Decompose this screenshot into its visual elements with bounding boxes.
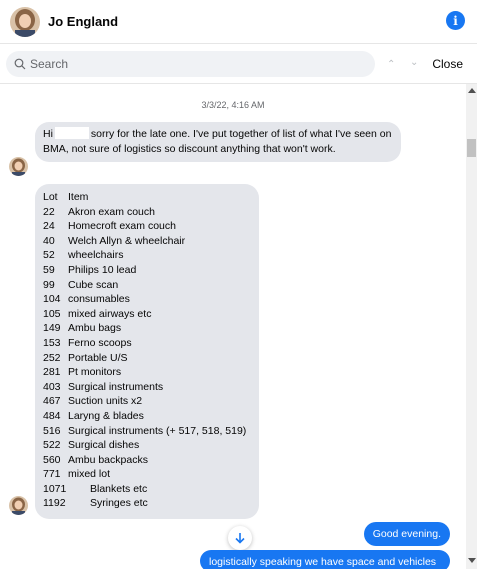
lot-number: 522 <box>43 439 61 452</box>
search-field[interactable] <box>6 51 375 77</box>
scrollbar[interactable] <box>466 84 477 569</box>
lot-row: 24 Homecroft exam couch <box>43 219 251 234</box>
lot-item: Blankets etc <box>90 482 148 495</box>
scrollbar-thumb[interactable] <box>467 139 476 157</box>
lot-row: 560 Ambu backpacks <box>43 453 251 468</box>
lot-number: 467 <box>43 395 61 408</box>
lot-number: 149 <box>43 322 61 335</box>
lot-number: 153 <box>43 336 61 349</box>
redacted-name <box>54 127 89 139</box>
lot-number: 516 <box>43 424 61 437</box>
message-thread[interactable]: 3/3/22, 4:16 AM Hi sorry for the late one… <box>0 84 466 569</box>
lot-number: 281 <box>43 366 61 379</box>
lot-row: 59 Philips 10 lead <box>43 263 251 278</box>
search-icon <box>14 58 26 70</box>
lot-row: 281 Pt monitors <box>43 365 251 380</box>
lot-item: Philips 10 lead <box>68 263 137 276</box>
lot-item: Welch Allyn & wheelchair <box>68 234 186 247</box>
lot-number: 1192 <box>43 497 66 510</box>
scroll-up-arrow-icon[interactable] <box>468 88 476 93</box>
arrow-down-icon <box>235 533 245 544</box>
lot-row: 403 Surgical instruments <box>43 380 251 395</box>
outgoing-message[interactable]: Good evening. <box>363 522 450 546</box>
lot-row: 104 consumables <box>43 292 251 307</box>
outgoing-message[interactable]: logistically speaking we have space and … <box>200 550 450 569</box>
lot-item: wheelchairs <box>68 249 124 262</box>
lot-row: 1192 Syringes etc <box>43 496 251 511</box>
lot-number: 403 <box>43 380 61 393</box>
lot-number: 484 <box>43 409 61 422</box>
lot-row: 40 Welch Allyn & wheelchair <box>43 234 251 249</box>
contact-name[interactable]: Jo England <box>48 14 118 29</box>
lot-number: 771 <box>43 468 61 481</box>
lot-row: 516 Surgical instruments (+ 517, 518, 519… <box>43 424 251 439</box>
lot-row: 522 Surgical dishes <box>43 438 251 453</box>
lot-number: 104 <box>43 293 61 306</box>
previous-result-icon[interactable]: ⌃ <box>387 59 395 70</box>
lot-item: mixed airways etc <box>68 307 152 320</box>
lot-number: 560 <box>43 453 61 466</box>
lot-number: 24 <box>43 220 55 233</box>
lot-row: 105 mixed airways etc <box>43 307 251 322</box>
lot-item: Surgical instruments (+ 517, 518, 519) <box>68 424 247 437</box>
lot-item: Ambu bags <box>68 322 122 335</box>
contact-avatar[interactable] <box>10 6 40 37</box>
lot-list-message[interactable]: Lot Item 22 Akron exam couch 24 Homecroft ex… <box>35 184 259 520</box>
message-text: sorry for the late one. I've put togethe… <box>43 128 392 155</box>
lot-item: Ferno scoops <box>68 336 132 349</box>
info-icon[interactable]: i <box>446 11 465 30</box>
lot-item: Laryng & blades <box>68 409 144 422</box>
lot-item: Cube scan <box>68 278 119 291</box>
lot-number: 99 <box>43 278 55 291</box>
lot-item: Suction units x2 <box>68 395 143 408</box>
lot-row: 252 Portable U/S <box>43 351 251 366</box>
lot-row: 52 wheelchairs <box>43 248 251 263</box>
lot-row: 771 mixed lot <box>43 467 251 482</box>
search-input[interactable] <box>30 57 350 71</box>
lot-item: Pt monitors <box>68 366 122 379</box>
lot-item: consumables <box>68 293 130 306</box>
chat-header: Jo England i <box>0 0 477 44</box>
message-timestamp: 3/3/22, 4:16 AM <box>201 100 265 110</box>
lot-number: 40 <box>43 234 55 247</box>
lot-item: Ambu backpacks <box>68 453 148 466</box>
next-result-icon[interactable]: ⌄ <box>410 57 418 68</box>
lot-item: Akron exam couch <box>68 205 155 218</box>
lot-number: 252 <box>43 351 61 364</box>
lot-number: 1071 <box>43 482 67 495</box>
lot-row: 99 Cube scan <box>43 278 251 293</box>
lot-row: 467 Suction units x2 <box>43 394 251 409</box>
item-header: Item <box>68 191 89 203</box>
lot-number: 52 <box>43 249 55 262</box>
sender-avatar[interactable] <box>9 496 28 515</box>
lot-item: Syringes etc <box>90 497 148 510</box>
lot-number: 105 <box>43 307 61 320</box>
lot-row: 22 Akron exam couch <box>43 205 251 220</box>
sender-avatar[interactable] <box>9 157 28 176</box>
search-bar: ⌃ ⌄ Close <box>0 44 477 84</box>
lot-item: Surgical instruments <box>68 380 164 393</box>
lot-header: Lot <box>43 191 58 203</box>
lot-row: 484 Laryng & blades <box>43 409 251 424</box>
lot-list-header: Lot Item <box>43 190 251 205</box>
lot-item: Homecroft exam couch <box>68 220 176 233</box>
lot-number: 22 <box>43 205 55 218</box>
close-search-button[interactable]: Close <box>432 57 463 71</box>
incoming-message[interactable]: Hi sorry for the late one. I've put toget… <box>35 122 401 163</box>
scroll-to-bottom-button[interactable] <box>228 526 252 550</box>
lot-row: 1071 Blankets etc <box>43 482 251 497</box>
lot-row: 149 Ambu bags <box>43 321 251 336</box>
greeting-text: Hi <box>43 128 53 140</box>
scroll-down-arrow-icon[interactable] <box>468 558 476 563</box>
lot-item: Portable U/S <box>68 351 128 364</box>
lot-number: 59 <box>43 263 55 276</box>
lot-item: mixed lot <box>68 468 111 481</box>
lot-row: 153 Ferno scoops <box>43 336 251 351</box>
lot-item: Surgical dishes <box>68 439 140 452</box>
